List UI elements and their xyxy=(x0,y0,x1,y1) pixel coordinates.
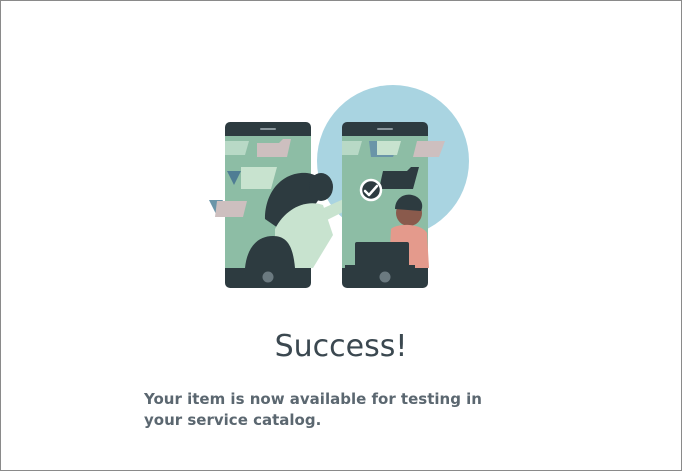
check-badge xyxy=(359,178,383,202)
success-dialog: Success! Your item is now available for … xyxy=(0,0,682,471)
success-illustration xyxy=(209,85,469,288)
page-title: Success! xyxy=(274,329,408,364)
success-message: Your item is now available for testing i… xyxy=(144,390,482,429)
